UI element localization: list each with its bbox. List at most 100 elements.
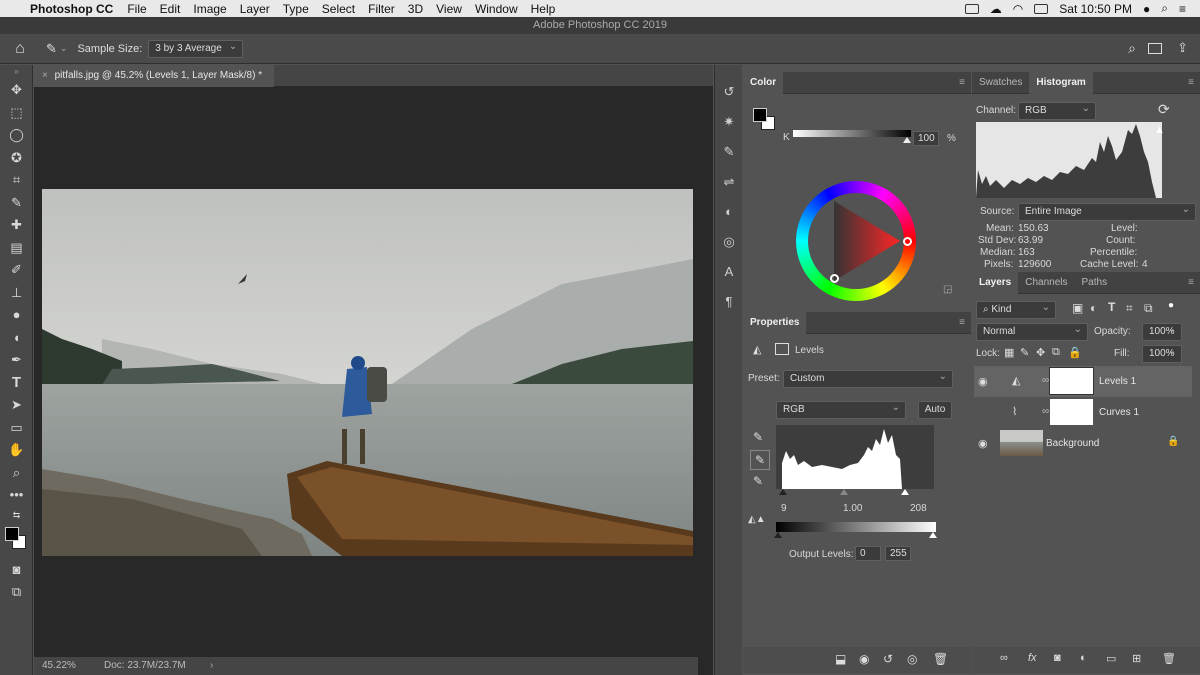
adjustments-icon[interactable]: ⇌ [715, 167, 743, 197]
sample-size-select[interactable]: 3 by 3 Average [148, 39, 244, 58]
eyedropper-tool-icon[interactable]: ✎ [46, 41, 57, 57]
foreground-color-swatch[interactable] [5, 526, 19, 541]
brush-tool-icon[interactable]: ✐ [0, 259, 33, 282]
new-adjustment-icon[interactable]: ◐ [1080, 652, 1087, 664]
source-select[interactable]: Entire Image [1018, 202, 1196, 221]
lock-transparent-icon[interactable]: ▦ [1004, 346, 1014, 359]
output-white-handle[interactable] [929, 532, 937, 538]
reset-icon[interactable]: ↺ [883, 652, 893, 666]
search-icon[interactable]: ⌕ [1128, 40, 1136, 57]
canvas-image[interactable] [42, 189, 693, 556]
menu-help[interactable]: Help [531, 2, 556, 16]
filter-pixel-icon[interactable]: ▣ [1072, 301, 1083, 315]
output-white-field[interactable]: 255 [885, 546, 911, 561]
battery-icon[interactable] [1034, 3, 1049, 14]
input-white-handle[interactable] [901, 489, 909, 495]
black-eyedropper-icon[interactable]: ✎ [753, 430, 763, 444]
quick-mask-icon[interactable]: ◙ [0, 559, 33, 582]
screen-mode-icon[interactable]: ⧉ [0, 581, 33, 604]
menu-window[interactable]: Window [475, 2, 518, 16]
libraries-icon[interactable]: ◎ [715, 227, 743, 257]
character-icon[interactable]: A [715, 257, 743, 287]
crop-tool-icon[interactable]: ⌗ [0, 169, 33, 192]
eyedropper-tool-icon[interactable]: ✎ [0, 192, 33, 215]
auto-button[interactable]: Auto [918, 401, 952, 419]
tool-preset-chevron-icon[interactable]: ⌄ [60, 43, 68, 54]
filter-toggle-icon[interactable]: ● [1168, 300, 1174, 311]
toggle-visibility-icon[interactable]: ◎ [907, 652, 917, 666]
lock-artboard-icon[interactable]: ⧉ [1052, 346, 1060, 359]
home-icon[interactable]: ⌂ [0, 40, 40, 58]
zoom-tool-icon[interactable]: ⌕ [0, 462, 33, 485]
k-value-field[interactable]: 100 [913, 131, 939, 146]
pen-tool-icon[interactable]: ✒ [0, 349, 33, 372]
panel-menu-icon[interactable]: ≡ [959, 77, 965, 88]
hand-tool-icon[interactable]: ✋ [0, 439, 33, 462]
layer-row-curves[interactable]: ⌇ ∞ Curves 1 [974, 397, 1192, 428]
workspace-icon[interactable] [1148, 43, 1162, 54]
more-tools-icon[interactable]: ••• [0, 484, 33, 507]
layer-name[interactable]: Curves 1 [1099, 407, 1139, 418]
clock-text[interactable]: Sat 10:50 PM [1059, 2, 1132, 16]
delete-adjustment-icon[interactable]: 🗑 [933, 652, 948, 666]
spotlight-icon[interactable]: ⌕ [1161, 1, 1168, 16]
share-icon[interactable]: ⇪ [1177, 40, 1188, 56]
screen-record-icon[interactable] [964, 3, 979, 14]
view-previous-icon[interactable]: ◉ [859, 652, 869, 666]
menu-list-icon[interactable]: ≡ [1179, 2, 1186, 16]
styles-icon[interactable]: ◐ [715, 197, 743, 227]
healing-brush-tool-icon[interactable]: ✚ [0, 214, 33, 237]
menu-filter[interactable]: Filter [368, 2, 395, 16]
gray-eyedropper-icon[interactable]: ✎ [750, 450, 770, 470]
type-tool-icon[interactable]: T [0, 372, 33, 395]
k-slider-handle[interactable] [903, 137, 911, 143]
blur-tool-icon[interactable]: ● [0, 304, 33, 327]
channel-select[interactable]: RGB [1018, 101, 1096, 120]
panel-menu-icon[interactable]: ≡ [1188, 277, 1194, 288]
visibility-eye-icon[interactable]: ◉ [978, 375, 988, 388]
foreground-background-swatch[interactable] [0, 523, 33, 553]
background-thumbnail[interactable] [1000, 430, 1043, 456]
menu-view[interactable]: View [436, 2, 462, 16]
menu-select[interactable]: Select [322, 2, 355, 16]
lock-pixels-icon[interactable]: ✎ [1020, 346, 1029, 359]
lasso-tool-icon[interactable]: ◯ [0, 124, 33, 147]
paragraph-icon[interactable]: ¶ [715, 287, 743, 317]
input-gamma-value[interactable]: 1.00 [843, 503, 862, 514]
input-black-value[interactable]: 9 [781, 503, 787, 514]
user-icon[interactable]: ● [1143, 2, 1150, 16]
actions-icon[interactable]: ✷ [715, 107, 743, 137]
output-black-field[interactable]: 0 [855, 546, 881, 561]
blend-mode-select[interactable]: Normal [976, 322, 1088, 341]
gradient-tool-icon[interactable]: ▤ [0, 237, 33, 260]
output-black-handle[interactable] [774, 532, 782, 538]
link-layers-icon[interactable]: ∞ [1000, 652, 1008, 664]
clipping-warning-icon[interactable]: ◭▲ [748, 514, 766, 525]
filter-adjustment-icon[interactable]: ◐ [1090, 301, 1097, 315]
color-foreground-swatch[interactable] [753, 108, 767, 122]
tab-channels[interactable]: Channels [1018, 272, 1074, 294]
panel-menu-icon[interactable]: ≡ [959, 317, 965, 328]
layer-name[interactable]: Levels 1 [1099, 376, 1136, 387]
color-picker-ring[interactable] [830, 274, 839, 283]
hue-picker-ring[interactable] [903, 237, 912, 246]
tab-close-icon[interactable]: × [42, 70, 48, 81]
marquee-tool-icon[interactable]: ⬚ [0, 102, 33, 125]
creative-cloud-icon[interactable]: ☁ [990, 2, 1002, 16]
menu-image[interactable]: Image [193, 2, 226, 16]
white-eyedropper-icon[interactable]: ✎ [753, 474, 763, 488]
levels-channel-select[interactable]: RGB [776, 400, 906, 419]
layer-filter-kind[interactable]: ⌕ Kind [976, 300, 1056, 319]
zoom-level[interactable]: 45.22% [42, 657, 76, 675]
filter-type-icon[interactable]: T [1108, 300, 1115, 314]
layer-row-background[interactable]: ◉ Background 🔒 [974, 428, 1192, 459]
swap-colors-icon[interactable]: ⇆ [0, 507, 33, 523]
history-icon[interactable]: ↺ [715, 77, 743, 107]
clip-to-layer-icon[interactable]: ⬓ [835, 652, 846, 666]
document-tab[interactable]: × pitfalls.jpg @ 45.2% (Levels 1, Layer … [34, 65, 274, 87]
move-tool-icon[interactable]: ✥ [0, 79, 33, 102]
tab-properties[interactable]: Properties [743, 311, 807, 334]
new-group-icon[interactable]: ▭ [1106, 652, 1116, 665]
menu-layer[interactable]: Layer [240, 2, 270, 16]
input-gamma-handle[interactable] [840, 489, 848, 495]
